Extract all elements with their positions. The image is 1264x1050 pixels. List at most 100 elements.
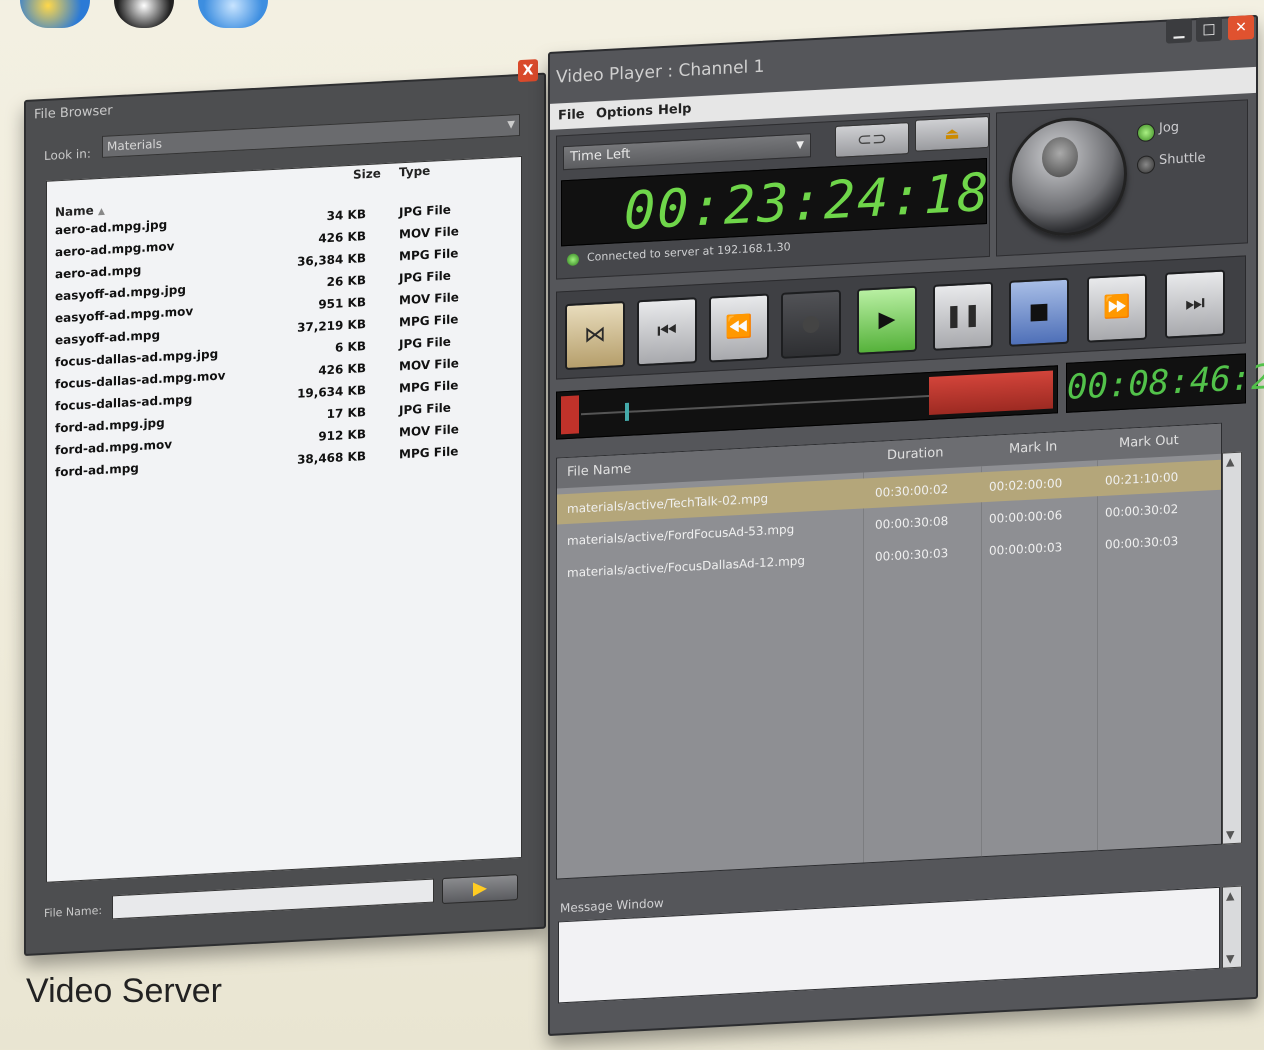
look-in-label: Look in: [44,146,91,163]
row-mark-out: 00:21:10:00 [1105,469,1179,488]
file-name: aero-ad.mpg.jpg [55,217,168,238]
file-name: aero-ad.mpg [55,262,142,282]
column-header-name[interactable]: Name ▲ [55,203,105,219]
timecode: 00:23:24:18 [624,162,991,243]
row-duration: 00:00:30:03 [875,546,949,564]
file-type: MPG File [399,312,459,330]
playlist-table: File Name Duration Mark In Mark Out mate… [556,422,1222,880]
row-duration: 00:00:30:08 [875,514,949,532]
column-header-size[interactable]: Size [353,166,381,181]
maximize-icon[interactable]: □ [1196,16,1222,43]
message-scrollbar[interactable]: ▲ ▼ [1222,885,1242,969]
fast-forward-icon: ⏩ [1103,294,1131,321]
menu-help[interactable]: Help [658,101,691,118]
row-duration: 00:30:00:02 [875,482,949,500]
file-size: 19,634 KB [297,383,366,401]
windows-icon [20,0,90,28]
timecode-panel: Time Left ▼ ⊂⊃ ⏏ 00:23:24:18 Connected t… [556,112,991,280]
file-type: MOV File [399,422,459,440]
file-name: aero-ad.mpg.mov [55,239,175,260]
eject-icon: ⏏ [944,123,960,144]
video-player-window: Video Player : Channel 1 ▁ □ ✕ File Opti… [548,14,1264,1037]
scroll-down-icon[interactable]: ▼ [1226,828,1234,841]
jog-wheel[interactable] [1009,114,1127,239]
scroll-up-icon[interactable]: ▲ [1226,455,1234,468]
file-name: easyoff-ad.mpg.mov [55,304,194,326]
scroll-up-icon[interactable]: ▲ [1226,889,1234,902]
file-type: JPG File [399,268,451,286]
jog-radio[interactable] [1137,123,1155,143]
timecode-display: 00:23:24:18 [561,157,991,247]
file-type: MOV File [399,224,459,242]
rewind-button[interactable]: ⏪ [709,293,769,363]
row-mark-in: 00:00:00:03 [989,540,1063,558]
close-icon[interactable]: ✕ [1228,15,1254,41]
open-button[interactable] [442,874,518,905]
jog-shuttle-panel: Jog Shuttle [996,99,1248,257]
column-header-type[interactable]: Type [399,164,430,180]
chevron-down-icon: ▼ [796,139,804,151]
window-title: File Browser [34,103,113,123]
file-size: 951 KB [318,295,366,312]
file-name: easyoff-ad.mpg [55,327,161,348]
pause-icon: ❚❚ [944,302,982,330]
file-type: MPG File [399,378,459,396]
playlist-scrollbar[interactable]: ▲ ▼ [1222,451,1242,845]
scroll-down-icon[interactable]: ▼ [1226,952,1234,965]
row-file: materials/active/TechTalk-02.mpg [567,491,769,517]
row-file: materials/active/FordFocusAd-53.mpg [567,522,795,549]
file-name: focus-dallas-ad.mpg [55,392,193,414]
file-name-field[interactable] [112,878,434,920]
file-size: 426 KB [318,361,366,378]
column-header-file-name[interactable]: File Name [567,462,631,480]
skip-forward-icon: ⏭ [1185,290,1205,317]
loop-icon: ⊂⊃ [856,128,888,151]
column-header-mark-out[interactable]: Mark Out [1119,433,1179,451]
sort-arrow-icon: ▲ [97,206,105,218]
close-icon[interactable]: X [518,59,538,83]
play-button[interactable]: ▶ [857,285,917,355]
row-mark-out: 00:00:30:03 [1105,533,1179,552]
skip-forward-button[interactable]: ⏭ [1165,269,1225,339]
time-mode-value: Time Left [570,146,631,165]
shuttle-radio[interactable] [1137,155,1155,175]
knob-grip-icon [1042,136,1078,179]
file-size: 26 KB [326,273,366,290]
seek-bar[interactable] [556,365,1058,440]
message-window-label: Message Window [560,895,664,916]
play-icon: ▶ [878,306,896,333]
column-header-mark-in[interactable]: Mark In [1009,439,1057,457]
row-mark-in: 00:00:00:06 [989,508,1063,526]
file-list[interactable]: Name ▲ Size Type aero-ad.mpg.jpg 34 KB JPG… [46,155,522,883]
file-type: MOV File [399,356,459,374]
file-size: 17 KB [326,405,366,422]
file-type: MPG File [399,246,459,264]
eject-button[interactable]: ⏏ [915,115,989,152]
fast-forward-button[interactable]: ⏩ [1087,273,1147,343]
file-name: ford-ad.mpg.jpg [55,415,165,436]
time-mode-dropdown[interactable]: Time Left ▼ [563,133,811,171]
menu-options[interactable]: Options [596,103,653,121]
loop-button[interactable]: ⊂⊃ [835,122,909,158]
connection-status: Connected to server at 192.168.1.30 [587,240,791,264]
playhead-handle[interactable] [625,402,629,421]
file-size: 6 KB [335,339,366,355]
look-in-dropdown[interactable]: Materials ▼ [102,114,520,158]
record-button[interactable]: ● [781,289,841,359]
jog-label: Jog [1159,119,1180,136]
pause-button[interactable]: ❚❚ [933,281,993,351]
status-led-icon [567,253,579,267]
record-icon: ● [801,310,821,337]
rewind-icon: ⏪ [725,314,753,341]
file-size: 36,384 KB [297,251,366,269]
file-name: ford-ad.mpg.mov [55,437,173,458]
mark-button[interactable]: ⋈ [565,300,625,371]
skip-back-button[interactable]: ⏮ [637,297,697,367]
file-type: JPG File [399,334,451,352]
file-type: JPG File [399,400,451,418]
minimize-icon[interactable]: ▁ [1166,18,1192,44]
stop-button[interactable]: ■ [1009,277,1069,347]
menu-file[interactable]: File [558,107,585,123]
column-header-duration[interactable]: Duration [887,445,943,463]
file-name: ford-ad.mpg [55,460,139,480]
